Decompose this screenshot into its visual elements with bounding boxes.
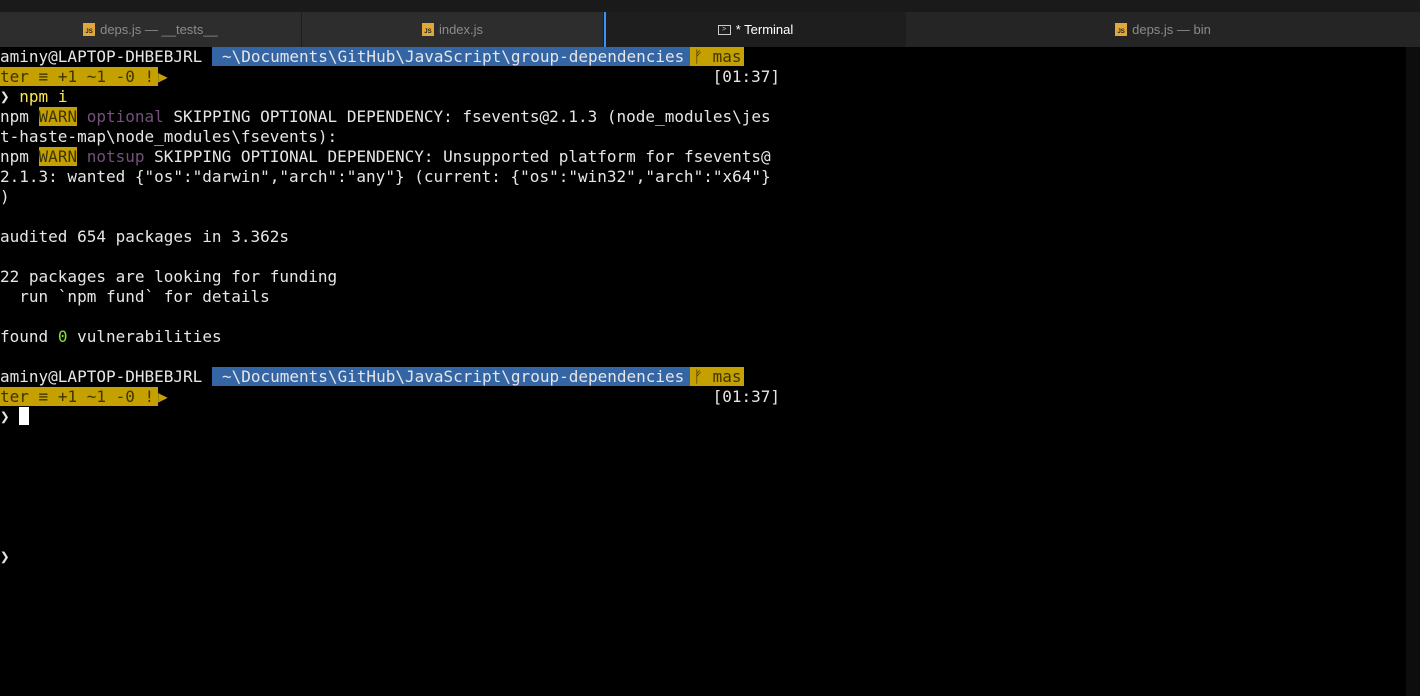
warn-text: SKIPPING OPTIONAL DEPENDENCY: fsevents@2… [173, 107, 771, 126]
output-line: npm WARN optional SKIPPING OPTIONAL DEPE… [0, 107, 1420, 127]
warn-badge: WARN [38, 147, 78, 166]
vulnerability-count: 0 [57, 327, 68, 346]
tab-terminal[interactable]: > * Terminal [604, 12, 906, 47]
output-line: audited 654 packages in 3.362s [0, 227, 289, 246]
warn-badge: WARN [38, 107, 78, 126]
terminal-scrollbar[interactable] [1406, 47, 1420, 696]
tab-label: deps.js — bin [1132, 22, 1211, 37]
output-line: 22 packages are looking for funding [0, 267, 338, 286]
branch-name-end: ter [0, 67, 29, 86]
stray-prompt-line: ❯ [0, 547, 1420, 567]
separator-arrow-icon: ▶ [158, 67, 168, 86]
git-segment: ᚠ mas [690, 367, 745, 386]
tab-deps-tests[interactable]: JS deps.js — __tests__ [0, 12, 302, 47]
npm-prefix: npm [0, 147, 29, 166]
js-file-icon: JS [1115, 23, 1128, 36]
found-suffix: vulnerabilities [77, 327, 222, 346]
warn-tag: notsup [86, 147, 145, 166]
text-cursor [19, 407, 30, 425]
branch-name-start: mas [712, 47, 742, 66]
prompt-line-2: ter ≡ +1 ~1 -0 ! ▶ [01:37] [0, 387, 800, 407]
git-segment: ᚠ mas [690, 47, 745, 66]
branch-name-start: mas [712, 367, 742, 386]
warn-tag: optional [86, 107, 164, 126]
output-line: t-haste-map\node_modules\fsevents): [0, 127, 338, 146]
separator-arrow-icon [202, 47, 212, 66]
output-line: run `npm fund` for details [0, 287, 270, 306]
input-line[interactable]: ❯ [0, 407, 1420, 427]
tab-bar: JS deps.js — __tests__ JS index.js > * T… [0, 12, 1420, 47]
prompt-time: [01:37] [712, 67, 780, 86]
prompt-line: aminy@LAPTOP-DHBEBJRL ~\Documents\GitHub… [0, 367, 800, 387]
prompt-path: ~\Documents\GitHub\JavaScript\group-depe… [211, 367, 691, 386]
prompt-chevron-icon: ❯ [0, 547, 10, 566]
output-line: 2.1.3: wanted {"os":"darwin","arch":"any… [0, 167, 771, 186]
tab-deps-bin[interactable]: JS deps.js — bin [906, 12, 1420, 47]
git-segment-cont: ter ≡ +1 ~1 -0 ! [0, 67, 159, 86]
command-text: npm i [19, 87, 68, 106]
tab-label: index.js [438, 22, 484, 37]
separator-arrow-icon [202, 367, 212, 386]
output-line: npm WARN notsup SKIPPING OPTIONAL DEPEND… [0, 147, 1420, 167]
found-prefix: found [0, 327, 49, 346]
npm-prefix: npm [0, 107, 29, 126]
js-file-icon: JS [421, 23, 434, 36]
git-branch-icon: ᚠ [693, 47, 703, 66]
git-branch-icon: ᚠ [693, 367, 703, 386]
prompt-path: ~\Documents\GitHub\JavaScript\group-depe… [211, 47, 691, 66]
tab-label: deps.js — __tests__ [100, 22, 218, 37]
git-segment-cont: ter ≡ +1 ~1 -0 ! [0, 387, 159, 406]
terminal-panel[interactable]: aminy@LAPTOP-DHBEBJRL ~\Documents\GitHub… [0, 47, 1420, 696]
prompt-chevron-icon: ❯ [0, 87, 10, 106]
prompt-line-2: ter ≡ +1 ~1 -0 ! ▶ [01:37] [0, 67, 800, 87]
prompt-user: aminy@LAPTOP-DHBEBJRL [0, 367, 203, 386]
js-file-icon: JS [83, 23, 96, 36]
branch-name-end: ter [0, 387, 29, 406]
prompt-user: aminy@LAPTOP-DHBEBJRL [0, 47, 203, 66]
window-top-strip [0, 0, 1420, 12]
separator-arrow-icon: ▶ [158, 387, 168, 406]
output-line: found 0 vulnerabilities [0, 327, 1420, 347]
git-status: ≡ +1 ~1 -0 ! [38, 67, 155, 86]
prompt-time: [01:37] [712, 387, 780, 406]
terminal-icon: > [717, 24, 731, 35]
prompt-chevron-icon: ❯ [0, 407, 10, 426]
prompt-line: aminy@LAPTOP-DHBEBJRL ~\Documents\GitHub… [0, 47, 800, 67]
tab-label: * Terminal [735, 22, 794, 37]
output-line: ) [0, 187, 10, 206]
git-status: ≡ +1 ~1 -0 ! [38, 387, 155, 406]
warn-text: SKIPPING OPTIONAL DEPENDENCY: Unsupporte… [154, 147, 771, 166]
tab-index[interactable]: JS index.js [302, 12, 604, 47]
command-line: ❯ npm i [0, 87, 1420, 107]
